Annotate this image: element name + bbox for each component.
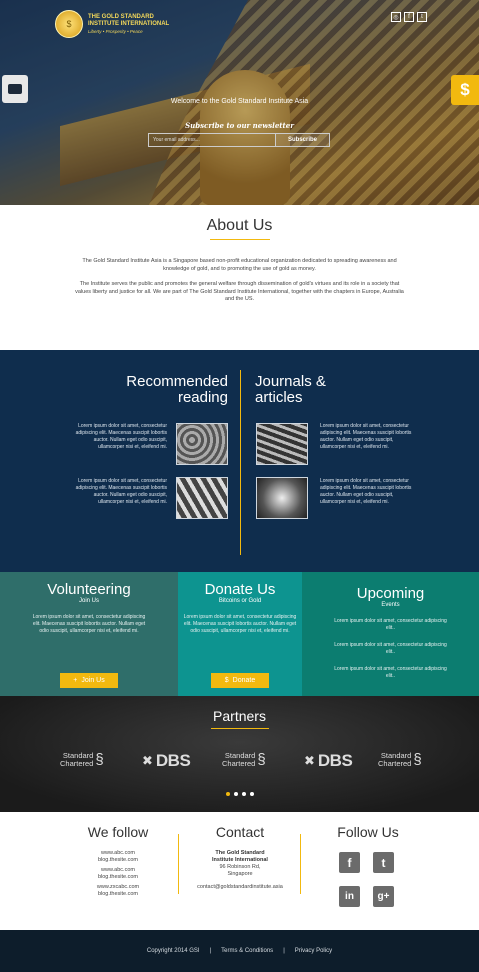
facebook-icon[interactable]: f <box>339 852 360 873</box>
donate-panel: Donate Us Bitcoins or Gold Lorem ipsum d… <box>178 572 302 696</box>
partner-logo-dbs[interactable]: ✖ DBS <box>142 751 191 771</box>
logo-line-1: THE GOLD STANDARD <box>88 13 154 20</box>
separator: | <box>209 948 212 954</box>
volunteer-subtitle: Join Us <box>78 598 99 604</box>
bottom-bar: Copyright 2014 GSI | Terms & Conditions … <box>0 930 479 972</box>
event-item-1[interactable]: Lorem ipsum dolor sit amet, consectetur … <box>331 618 451 632</box>
partner-logo-standard-chartered[interactable]: Standard Chartered § <box>222 751 266 768</box>
subscribe-button[interactable]: Subscribe <box>276 133 330 147</box>
follow-us-title: Follow Us <box>337 824 399 840</box>
events-panel: Upcoming Events Lorem ipsum dolor sit am… <box>302 572 479 696</box>
contact-address: 96 Robinson Rd, <box>219 864 261 870</box>
footer-divider <box>300 834 301 894</box>
header-social-links: ◎ f t <box>391 12 427 22</box>
standard-chartered-icon: § <box>95 751 104 768</box>
email-input[interactable] <box>148 133 276 147</box>
hero-banner: $ THE GOLD STANDARD INSTITUTE INTERNATIO… <box>0 0 479 205</box>
linkedin-icon[interactable]: in <box>339 886 360 907</box>
follow-link[interactable]: www.zxcabc.com <box>70 884 166 891</box>
event-item-3[interactable]: Lorem ipsum dolor sit amet, consectetur … <box>331 666 451 680</box>
site-logo[interactable]: $ THE GOLD STANDARD INSTITUTE INTERNATIO… <box>55 10 169 38</box>
footer-divider <box>178 834 179 894</box>
volunteer-title: Volunteering <box>47 581 131 598</box>
newsletter-form: Subscribe <box>148 133 330 147</box>
carousel-dot[interactable] <box>249 792 254 796</box>
chat-icon <box>8 84 22 94</box>
contact-title: Contact <box>215 824 265 840</box>
newsletter-title: Subscribe to our newsletter <box>185 121 294 130</box>
journal-article-2[interactable]: Lorem ipsum dolor sit amet, consectetur … <box>320 478 415 506</box>
engage-section: Volunteering Join Us Lorem ipsum dolor s… <box>0 572 479 696</box>
dbs-icon: ✖ <box>304 753 315 768</box>
logo-line-2: INSTITUTE INTERNATIONAL <box>88 20 170 27</box>
partners-section: Partners Standard Chartered § ✖ DBS Stand… <box>0 696 479 812</box>
journal-article-1[interactable]: Lorem ipsum dolor sit amet, consectetur … <box>320 423 415 451</box>
gold-coin-icon: $ <box>55 10 83 38</box>
follow-link[interactable]: blog.thesite.com <box>70 874 166 881</box>
follow-us-column: Follow Us <box>318 824 418 840</box>
we-follow-column: We follow www.abc.com blog.thesite.com w… <box>70 824 166 898</box>
about-paragraph-2: The Institute serves the public and prom… <box>75 281 404 302</box>
carousel-dot[interactable] <box>233 792 238 796</box>
dbs-icon: ✖ <box>142 753 153 768</box>
carousel-dot[interactable] <box>241 792 246 796</box>
partner-logo-standard-chartered[interactable]: Standard Chartered § <box>378 751 422 768</box>
reading-section: Recommended reading Journals & articles … <box>0 350 479 572</box>
terms-link[interactable]: Terms & Conditions <box>221 948 273 954</box>
recommended-reading-title: Recommended reading <box>126 373 228 406</box>
title-underline <box>209 239 270 240</box>
donate-button[interactable]: $ Donate <box>211 673 269 688</box>
dollar-icon: $ <box>224 677 229 684</box>
join-us-button[interactable]: + Join Us <box>60 673 118 688</box>
events-subtitle: Events <box>381 602 400 608</box>
facebook-icon[interactable]: f <box>404 12 414 22</box>
about-paragraph-1: The Gold Standard Institute Asia is a Si… <box>82 258 397 272</box>
google-plus-icon[interactable]: g+ <box>373 886 394 907</box>
instagram-icon[interactable]: ◎ <box>391 12 401 22</box>
contact-column: Contact The Gold Standard Institute Inte… <box>182 824 298 890</box>
volunteer-text: Lorem ipsum dolor sit amet, consectetur … <box>32 614 146 634</box>
donate-text: Lorem ipsum dolor sit amet, consectetur … <box>183 614 297 634</box>
donate-subtitle: Bitcoins or Gold <box>218 598 262 604</box>
plus-icon: + <box>73 677 78 684</box>
journal-thumbnail-2[interactable] <box>256 477 308 519</box>
journals-title: Journals & articles <box>255 373 326 406</box>
title-underline <box>210 728 269 729</box>
follow-link[interactable]: www.abc.com <box>70 867 166 874</box>
follow-link[interactable]: blog.thesite.com <box>70 891 166 898</box>
event-item-2[interactable]: Lorem ipsum dolor sit amet, consectetur … <box>331 642 451 656</box>
partners-title: Partners <box>213 708 266 724</box>
privacy-link[interactable]: Privacy Policy <box>295 948 332 954</box>
volunteer-panel: Volunteering Join Us Lorem ipsum dolor s… <box>0 572 178 696</box>
standard-chartered-icon: § <box>413 751 422 768</box>
reading-thumbnail-1[interactable] <box>176 423 228 465</box>
reading-thumbnail-2[interactable] <box>176 477 228 519</box>
separator: | <box>283 948 285 954</box>
footer-info: We follow www.abc.com blog.thesite.com w… <box>0 812 479 930</box>
follow-link[interactable]: blog.thesite.com <box>70 857 166 864</box>
contact-email-link[interactable]: contact@goldstandardinstitute.asia <box>182 884 298 890</box>
contact-org-name: The Gold Standard <box>215 850 265 856</box>
column-divider <box>240 370 241 555</box>
twitter-icon[interactable]: t <box>373 852 394 873</box>
standard-chartered-icon: § <box>257 751 266 768</box>
we-follow-title: We follow <box>87 824 149 840</box>
journal-thumbnail-1[interactable] <box>256 423 308 465</box>
carousel-dots <box>0 792 479 796</box>
welcome-text: Welcome to the Gold Standard Institute A… <box>170 98 309 105</box>
donate-title: Donate Us <box>204 581 276 598</box>
partner-logo-dbs[interactable]: ✖ DBS <box>304 751 353 771</box>
follow-link[interactable]: www.abc.com <box>70 850 166 857</box>
about-section: About Us The Gold Standard Institute Asi… <box>0 205 479 350</box>
events-title: Upcoming <box>356 585 425 602</box>
partner-logo-standard-chartered[interactable]: Standard Chartered § <box>60 751 104 768</box>
twitter-icon[interactable]: t <box>417 12 427 22</box>
reading-article-2[interactable]: Lorem ipsum dolor sit amet, consectetur … <box>72 478 167 506</box>
reading-article-1[interactable]: Lorem ipsum dolor sit amet, consectetur … <box>72 423 167 451</box>
about-title: About Us <box>206 217 273 234</box>
copyright-text: Copyright 2014 GSI <box>146 948 200 954</box>
logo-tagline: Liberty • Prosperity • Peace <box>88 28 143 34</box>
carousel-dot[interactable] <box>225 792 230 796</box>
